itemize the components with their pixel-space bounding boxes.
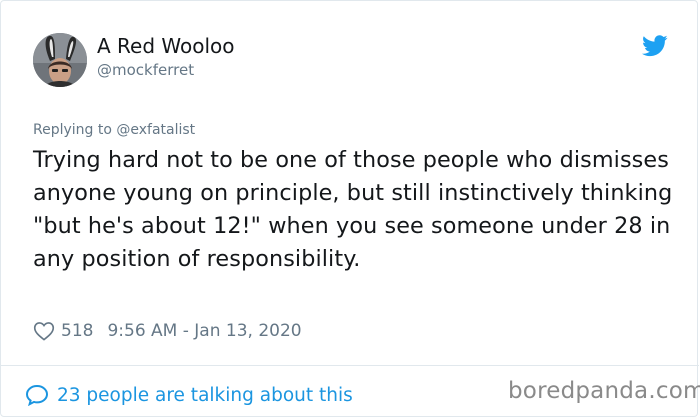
user-handle[interactable]: @mockferret: [97, 61, 194, 79]
twitter-bird-icon[interactable]: [642, 35, 668, 57]
avatar-image: [33, 33, 87, 87]
replying-to[interactable]: Replying to @exfatalist: [33, 122, 195, 138]
heart-icon[interactable]: [33, 321, 55, 341]
divider: [1, 365, 699, 366]
tweet-card: A Red Wooloo @mockferret Replying to @ex…: [0, 0, 699, 417]
conversation-link[interactable]: 23 people are talking about this: [25, 382, 353, 408]
timestamp[interactable]: 9:56 AM - Jan 13, 2020: [107, 321, 301, 341]
watermark: boredpanda.com: [508, 378, 700, 404]
tweet-text: Trying hard not to be one of those peopl…: [33, 147, 673, 272]
tweet-meta: 518 9:56 AM - Jan 13, 2020: [33, 319, 302, 343]
speech-bubble-icon: [25, 384, 49, 406]
avatar[interactable]: [33, 33, 87, 87]
display-name[interactable]: A Red Wooloo: [97, 35, 235, 57]
like-count[interactable]: 518: [61, 321, 93, 341]
conversation-label[interactable]: 23 people are talking about this: [57, 385, 353, 406]
